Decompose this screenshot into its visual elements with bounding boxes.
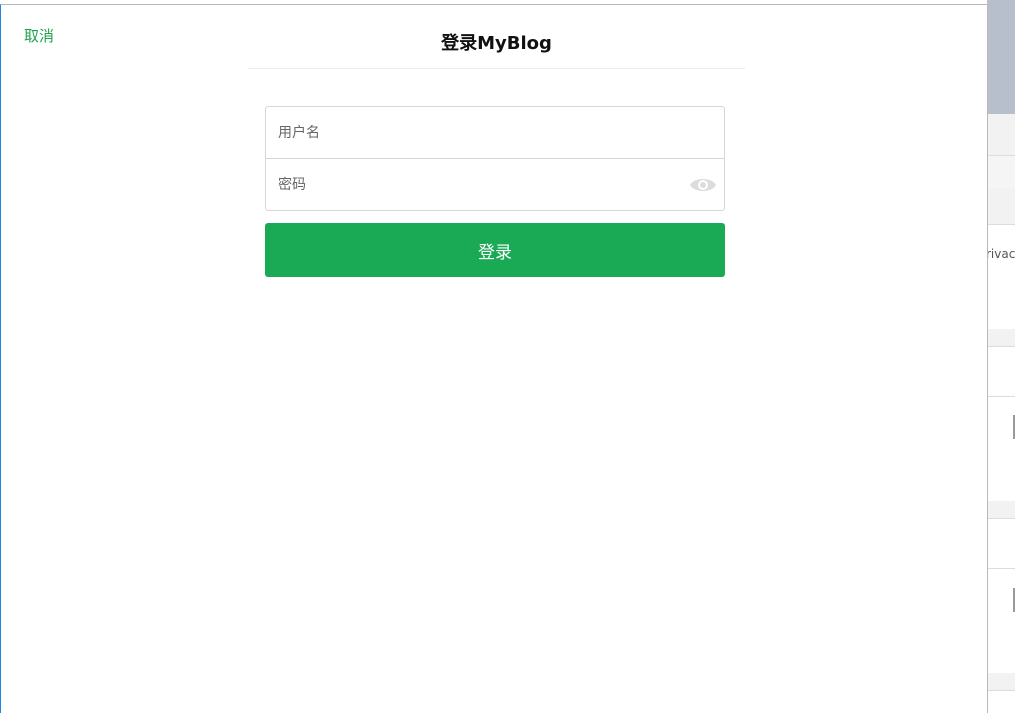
background-row <box>987 224 1015 329</box>
background-row <box>987 346 1015 396</box>
background-row <box>987 396 1015 501</box>
background-row <box>987 568 1015 673</box>
background-window: rivac <box>987 0 1015 709</box>
background-row <box>987 690 1015 709</box>
background-row <box>987 155 1015 188</box>
password-input[interactable] <box>266 159 724 210</box>
cancel-link[interactable]: 取消 <box>24 25 54 46</box>
background-row <box>987 518 1015 568</box>
login-button[interactable]: 登录 <box>265 223 725 277</box>
login-dialog: 取消 登录MyBlog 登录 <box>0 4 988 713</box>
eye-icon[interactable] <box>689 175 717 195</box>
username-field-wrapper <box>265 106 725 159</box>
dialog-title: 登录MyBlog <box>441 33 552 54</box>
background-partial-text: rivac <box>987 247 1015 261</box>
background-window-header <box>987 0 1015 114</box>
username-input[interactable] <box>266 107 724 158</box>
title-divider <box>248 68 745 69</box>
login-form: 登录 <box>265 106 725 277</box>
password-field-wrapper <box>265 158 725 211</box>
